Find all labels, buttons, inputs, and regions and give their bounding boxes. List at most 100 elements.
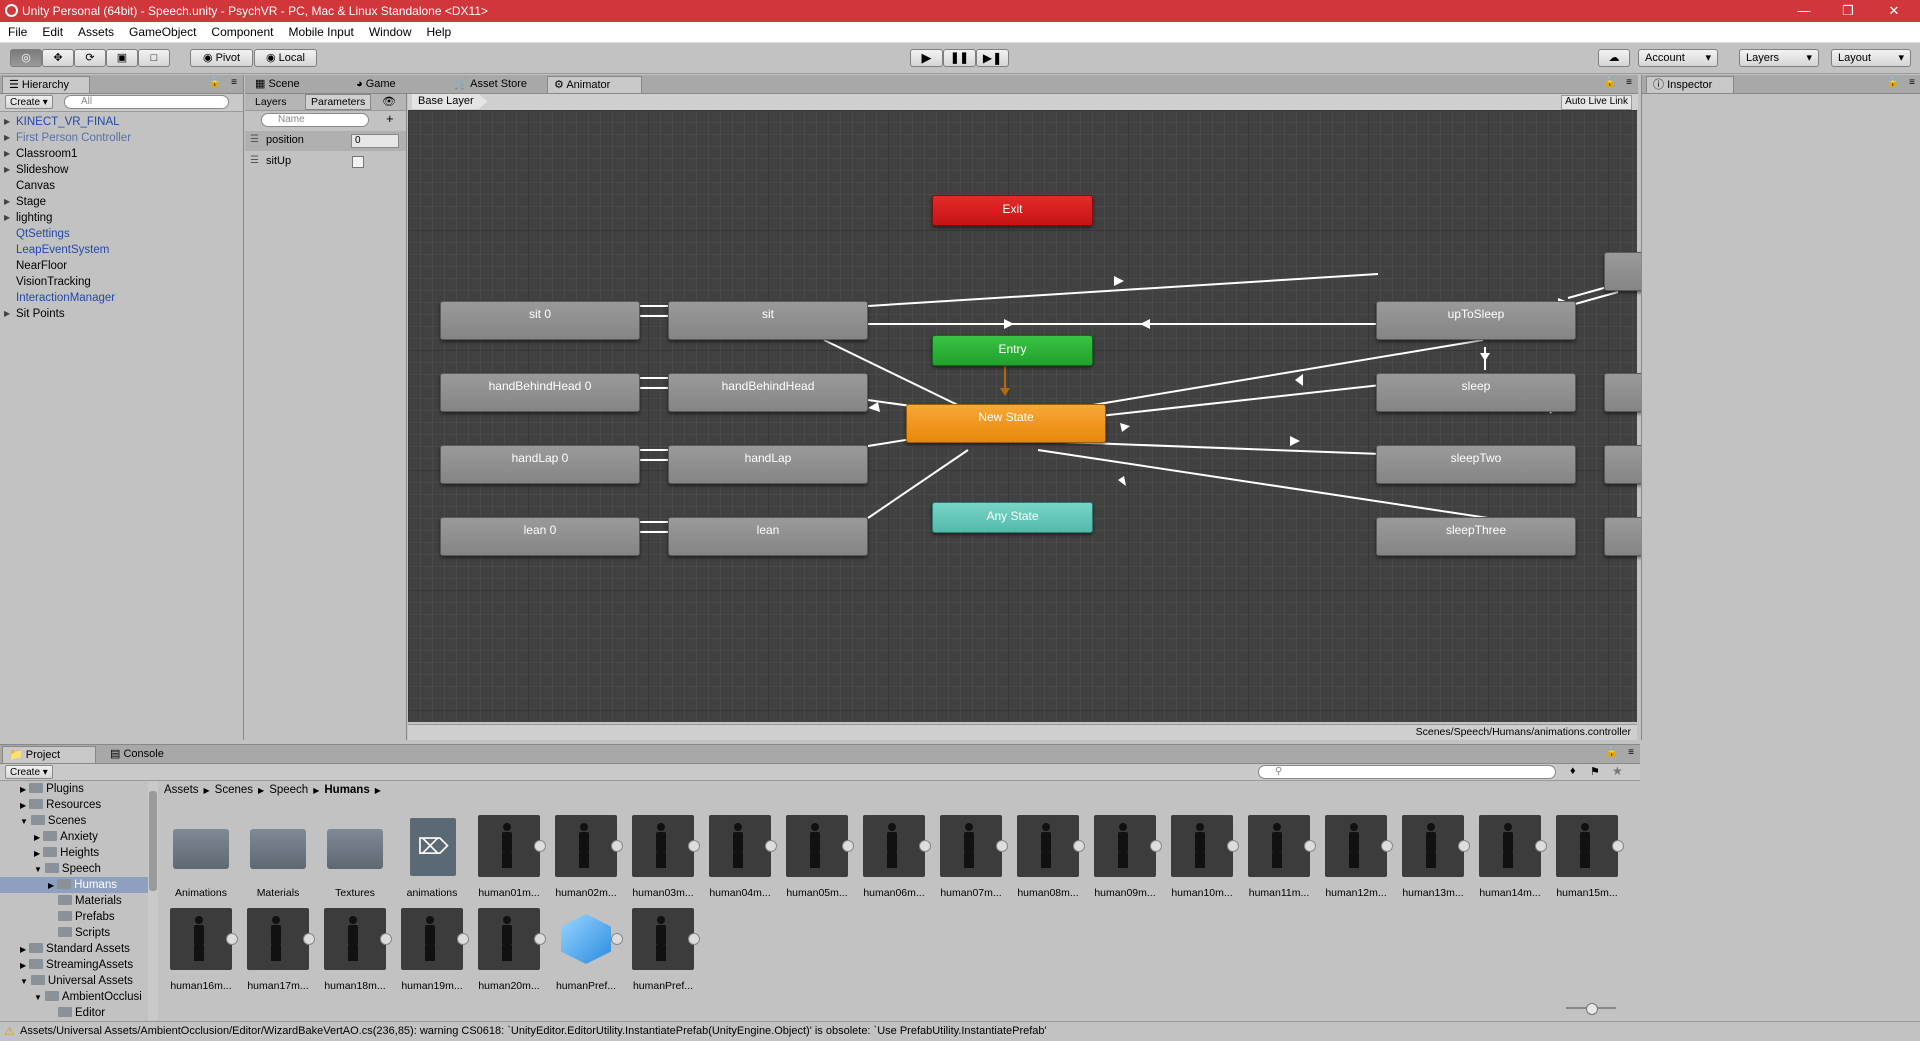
rotate-tool-icon[interactable]: ⟳ [74, 49, 106, 67]
tree-item-universal-assets[interactable]: ▼ Universal Assets [20, 973, 133, 989]
tree-item-streamingassets[interactable]: ▶ StreamingAssets [20, 957, 133, 973]
thumbnail-size-slider[interactable] [1566, 1003, 1616, 1015]
expand-triangle-icon[interactable]: ▶ [20, 785, 26, 794]
asset-folder-materials[interactable]: Materials [241, 815, 315, 899]
expand-icon[interactable] [1073, 840, 1085, 852]
expand-icon[interactable] [1458, 840, 1470, 852]
panel-menu-icon[interactable]: ≡ [231, 77, 237, 88]
collapse-triangle-icon[interactable]: ▼ [20, 977, 28, 986]
tree-item-scripts[interactable]: Scripts [58, 925, 110, 941]
expand-icon[interactable] [1535, 840, 1547, 852]
menu-help[interactable]: Help [419, 22, 459, 39]
rect-tool-icon[interactable]: □ [138, 49, 170, 67]
asset-human-model[interactable]: human05m... [780, 815, 854, 899]
asset-human-model[interactable]: human07m... [934, 815, 1008, 899]
state-sit[interactable]: sit [668, 301, 868, 340]
lock-icon[interactable]: 🔒 [1606, 747, 1618, 758]
view-tool-eye-icon[interactable]: ◎ [10, 49, 42, 67]
tree-item-heights[interactable]: ▶ Heights [34, 845, 99, 861]
state-entry[interactable]: Entry [932, 335, 1093, 366]
breadcrumb-assets[interactable]: Assets [164, 784, 199, 796]
expand-icon[interactable] [996, 840, 1008, 852]
expand-icon[interactable] [765, 840, 777, 852]
drag-handle-icon[interactable]: ☰ [250, 155, 259, 166]
add-parameter-icon[interactable]: + [386, 111, 394, 126]
layers-dropdown[interactable]: Layers ▾ [1739, 49, 1819, 67]
expand-triangle-icon[interactable]: ▶ [4, 210, 10, 226]
tab-console[interactable]: ▤ Console [104, 746, 171, 763]
asset-human-model[interactable]: human02m... [549, 815, 623, 899]
parameter-search-input[interactable]: Name [261, 113, 369, 127]
asset-human-model[interactable]: human13m... [1396, 815, 1470, 899]
tree-item-materials[interactable]: Materials [58, 893, 122, 909]
expand-triangle-icon[interactable]: ▶ [20, 945, 26, 954]
state-new-state[interactable]: New State [906, 404, 1106, 443]
expand-triangle-icon[interactable]: ▶ [4, 130, 10, 146]
eye-icon[interactable]: 👁 [382, 95, 396, 108]
state-sleep[interactable]: sleep [1376, 373, 1576, 412]
tree-item-speech[interactable]: ▼ Speech [34, 861, 101, 877]
expand-icon[interactable] [1612, 840, 1624, 852]
expand-triangle-icon[interactable]: ▶ [34, 849, 40, 858]
parameter-value-field[interactable]: 0 [351, 134, 399, 148]
slider-thumb[interactable] [1586, 1003, 1598, 1015]
collapse-triangle-icon[interactable]: ▼ [34, 993, 42, 1002]
expand-icon[interactable] [688, 933, 700, 945]
expand-icon[interactable] [1381, 840, 1393, 852]
expand-triangle-icon[interactable]: ▶ [4, 194, 10, 210]
collapse-triangle-icon[interactable]: ▼ [20, 817, 28, 826]
state-sit-0[interactable]: sit 0 [440, 301, 640, 340]
asset-human-model[interactable]: human09m... [1088, 815, 1162, 899]
tree-item-ambientocclusion[interactable]: ▼ AmbientOcclusi [34, 989, 142, 1005]
pivot-toggle[interactable]: ◉ Pivot [190, 49, 253, 67]
parameter-row[interactable]: ☰ sitUp [245, 152, 406, 172]
state-handlap[interactable]: handLap [668, 445, 868, 484]
menu-component[interactable]: Component [203, 22, 280, 39]
asset-folder-animations[interactable]: Animations [164, 815, 238, 899]
asset-human-model[interactable]: human12m... [1319, 815, 1393, 899]
breadcrumb-base-layer[interactable]: Base Layer [412, 94, 488, 109]
asset-human-model[interactable]: human06m... [857, 815, 931, 899]
breadcrumb-scenes[interactable]: Scenes [215, 784, 253, 796]
favorite-star-icon[interactable]: ★ [1612, 764, 1623, 778]
menu-assets[interactable]: Assets [70, 22, 121, 39]
hierarchy-create-button[interactable]: Create ▾ [5, 95, 53, 109]
project-create-button[interactable]: Create ▾ [5, 765, 53, 779]
tree-item-scenes[interactable]: ▼ Scenes [20, 813, 86, 829]
expand-icon[interactable] [842, 840, 854, 852]
tree-item-editor[interactable]: Editor [58, 1005, 105, 1021]
asset-human-model[interactable]: human03m... [626, 815, 700, 899]
tab-inspector[interactable]: ⓘ Inspector [1646, 76, 1734, 93]
close-icon[interactable]: ✕ [1872, 0, 1916, 22]
layout-dropdown[interactable]: Layout ▾ [1831, 49, 1911, 67]
state-handbehindhead-0[interactable]: handBehindHead 0 [440, 373, 640, 412]
local-toggle[interactable]: ◉ Local [254, 49, 317, 67]
asset-prefab[interactable]: humanPref... [626, 908, 700, 992]
asset-folder-textures[interactable]: Textures [318, 815, 392, 899]
collapse-triangle-icon[interactable]: ▼ [34, 865, 42, 874]
expand-icon[interactable] [919, 840, 931, 852]
state-handlap-0[interactable]: handLap 0 [440, 445, 640, 484]
expand-triangle-icon[interactable]: ▶ [34, 833, 40, 842]
expand-triangle-icon[interactable]: ▶ [4, 306, 10, 322]
expand-icon[interactable] [380, 933, 392, 945]
parameter-row[interactable]: ☰ position 0 [245, 131, 406, 151]
parameter-checkbox[interactable] [352, 156, 364, 168]
tree-scrollbar-thumb[interactable] [149, 791, 157, 891]
expand-icon[interactable] [611, 840, 623, 852]
menu-file[interactable]: File [0, 22, 34, 39]
project-search-input[interactable]: ⚲ [1258, 765, 1556, 779]
step-button[interactable]: ▶❚ [976, 49, 1009, 67]
tab-hierarchy[interactable]: ☰ Hierarchy [2, 76, 90, 93]
tab-animator[interactable]: ⚙ Animator [547, 76, 642, 93]
panel-menu-icon[interactable]: ≡ [1628, 747, 1634, 758]
hierarchy-search-input[interactable]: All [64, 95, 229, 109]
asset-human-model[interactable]: human04m... [703, 815, 777, 899]
state-handbehindhead[interactable]: handBehindHead [668, 373, 868, 412]
asset-prefab[interactable]: humanPref... [549, 908, 623, 992]
tab-parameters[interactable]: Parameters [305, 94, 372, 110]
expand-triangle-icon[interactable]: ▶ [4, 162, 10, 178]
expand-icon[interactable] [1304, 840, 1316, 852]
breadcrumb-speech[interactable]: Speech [269, 784, 308, 796]
tab-game[interactable]: ◕ Game [350, 76, 403, 93]
